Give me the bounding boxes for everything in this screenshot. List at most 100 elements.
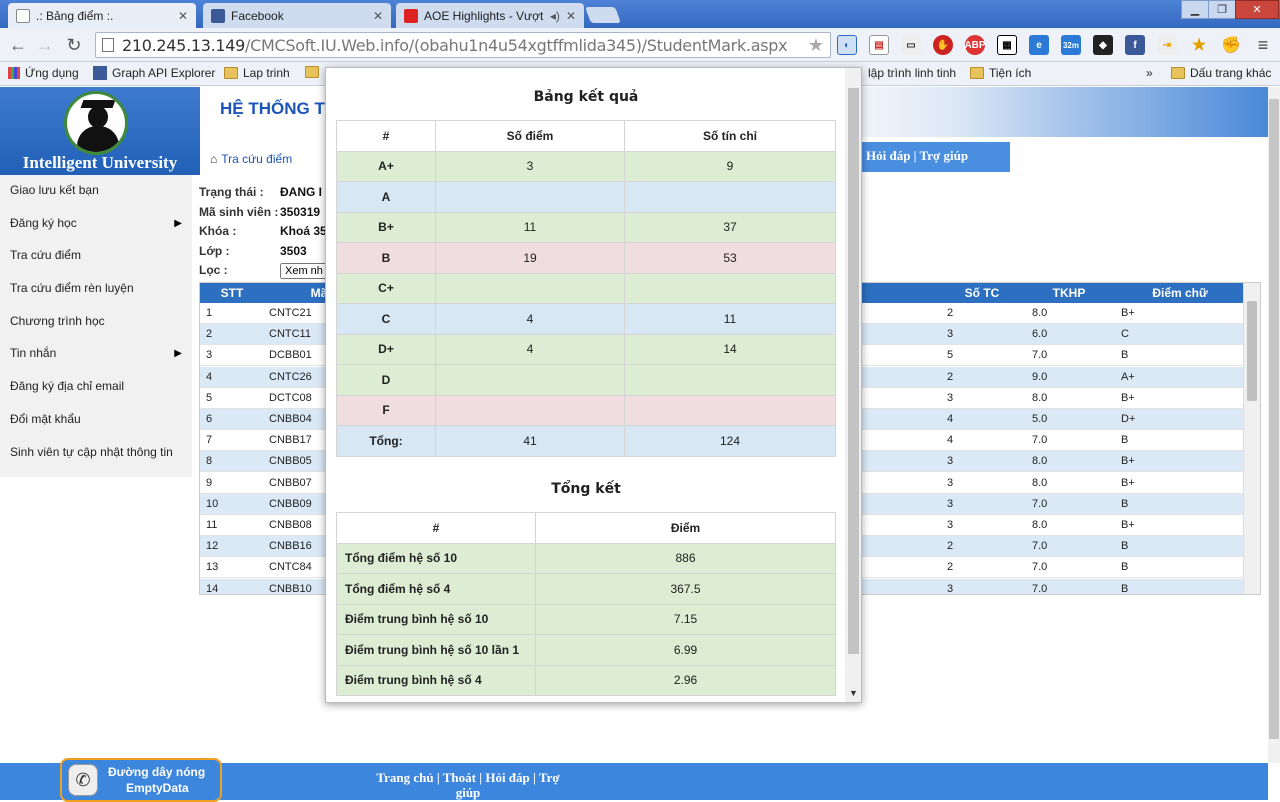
status-value: ĐANG I — [280, 185, 322, 199]
folder-icon — [224, 67, 238, 79]
cell-score: 5.0 — [1032, 413, 1048, 425]
bookmarks-more-button[interactable]: » — [1146, 66, 1153, 80]
col-letter[interactable]: Điểm chữ — [1116, 286, 1244, 300]
sidebar-item-tin-nhan[interactable]: Tin nhắn ▶ — [0, 338, 192, 371]
sidebar-item-cap-nhat[interactable]: Sinh viên tự cập nhật thông tin — [0, 437, 192, 470]
cell-code: CNBB10 — [269, 582, 312, 595]
url-path: /CMCSoft.IU.Web.info/(obahu1n4u54xgtffml… — [245, 35, 788, 55]
qr-code-icon[interactable]: ▦ — [997, 35, 1017, 55]
sidebar-item-tra-cuu-diem[interactable]: Tra cứu điểm — [0, 240, 192, 273]
adblock-icon[interactable]: ABP — [964, 35, 986, 55]
close-icon[interactable]: ✕ — [178, 9, 188, 23]
results-cell-grade: B+ — [336, 211, 436, 243]
bookmark-folder-hidden[interactable] — [305, 66, 324, 78]
extension-diamond-icon[interactable]: ◆ — [1093, 35, 1113, 55]
results-cell-count — [435, 394, 625, 426]
url-host: 210.245.13.149 — [122, 35, 246, 55]
extension-badge-icon[interactable]: 32m — [1061, 35, 1081, 55]
speaker-icon: ◂) — [549, 8, 560, 23]
reload-icon[interactable]: ↻ — [63, 34, 85, 56]
tab-facebook[interactable]: Facebook ✕ — [203, 3, 391, 28]
close-icon[interactable]: ✕ — [566, 9, 576, 23]
scroll-thumb[interactable] — [1247, 301, 1257, 401]
results-cell-grade: D — [336, 364, 436, 396]
extension-cast-icon[interactable]: ▭ — [901, 35, 921, 55]
close-icon[interactable]: ✕ — [373, 9, 383, 23]
facebook-icon[interactable]: f — [1125, 35, 1145, 55]
footer-links[interactable]: Trang chủ | Thoát | Hỏi đáp | Trợ giúp — [373, 770, 563, 800]
tab-bang-diem[interactable]: .: Bảng điểm :. ✕ — [8, 3, 196, 28]
bookmark-apps[interactable]: Ứng dụng — [8, 66, 79, 80]
cell-letter: A+ — [1121, 370, 1135, 383]
sidebar-item-chuong-trinh[interactable]: Chương trình học — [0, 306, 192, 339]
cell-score: 7.0 — [1032, 349, 1048, 362]
bookmark-lap-trinh-linh-tinh[interactable]: lập trình linh tinh — [868, 66, 956, 80]
menu-icon[interactable]: ≡ — [1253, 35, 1273, 55]
youtube-icon — [404, 8, 418, 23]
sidebar-item-email[interactable]: Đăng ký địa chỉ email — [0, 371, 192, 404]
site-logo[interactable]: Intelligent University — [0, 87, 200, 175]
cell-score: 8.0 — [1032, 307, 1048, 319]
cell-letter: C — [1121, 328, 1129, 341]
table-row: B+ 11 37 — [336, 211, 836, 243]
cell-score: 7.0 — [1032, 497, 1048, 510]
bookmark-lap-trinh[interactable]: Lap trinh — [224, 66, 290, 80]
cell-stt: 13 — [206, 561, 219, 574]
modal-scrollbar[interactable]: ▼ — [845, 68, 861, 702]
page-scrollbar[interactable] — [1268, 87, 1280, 763]
sidebar-item-label: Đăng ký học — [10, 215, 77, 230]
sidebar-item-dang-ky-hoc[interactable]: Đăng ký học ▶ — [0, 208, 192, 241]
extension-star-icon[interactable]: ★ — [1189, 35, 1209, 55]
sidebar-item-doi-mat-khau[interactable]: Đổi mật khẩu — [0, 404, 192, 437]
bookmark-other[interactable]: Dấu trang khác — [1171, 66, 1271, 80]
summary-title: Tổng kết — [551, 481, 621, 497]
page-icon — [102, 38, 114, 52]
sidebar-item-label: Chương trình học — [10, 313, 105, 328]
scroll-down-icon[interactable]: ▼ — [849, 688, 858, 698]
student-id-value: 350319 — [280, 204, 321, 219]
extension-toggle-icon[interactable]: ◐ — [837, 35, 857, 55]
bookmark-star-icon[interactable]: ★ — [808, 35, 824, 56]
maximize-button[interactable]: ❐ — [1208, 0, 1236, 19]
results-cell-grade: C+ — [336, 272, 436, 304]
extension-exit-icon[interactable]: ⇥ — [1157, 35, 1177, 55]
back-icon[interactable]: ← — [7, 34, 29, 56]
extension-hand-icon[interactable]: ✊ — [1221, 35, 1241, 55]
col-credits[interactable]: Số TC — [942, 286, 1022, 300]
extension-ie-icon[interactable]: e — [1029, 35, 1049, 55]
results-cell-grade: F — [336, 394, 436, 426]
new-tab-button[interactable] — [585, 7, 621, 23]
bookmark-graph-api[interactable]: Graph API Explorer — [93, 66, 215, 80]
col-score[interactable]: TKHP — [1026, 286, 1112, 300]
forward-icon[interactable]: → — [34, 34, 56, 56]
extension-note-icon[interactable]: ▤ — [869, 35, 889, 55]
sidebar-item-ren-luyen[interactable]: Tra cứu điểm rèn luyện — [0, 273, 192, 306]
bookmark-tien-ich[interactable]: Tiện ích — [970, 66, 1031, 80]
minimize-button[interactable]: ▁ — [1181, 0, 1209, 19]
cell-score: 8.0 — [1032, 519, 1048, 531]
home-icon[interactable]: ⌂ — [210, 152, 217, 166]
cell-stt: 3 — [206, 349, 213, 362]
cell-letter: B — [1121, 582, 1129, 595]
scroll-thumb[interactable] — [848, 88, 859, 654]
url-text: 210.245.13.149/CMCSoft.IU.Web.info/(obah… — [122, 35, 788, 55]
window-close-button[interactable]: ✕ — [1235, 0, 1279, 19]
breadcrumb-current[interactable]: Tra cứu điểm — [221, 152, 292, 166]
results-cell-count: 41 — [435, 425, 625, 457]
extension-block-icon[interactable]: ✋ — [933, 35, 953, 55]
help-links[interactable]: Hỏi đáp | Trợ giúp — [860, 142, 1010, 172]
scroll-thumb[interactable] — [1269, 99, 1279, 739]
summary-cell-value: 886 — [535, 542, 836, 574]
table-row: Tổng điểm hệ số 10 886 — [336, 542, 836, 574]
results-cell-count: 4 — [435, 333, 625, 365]
cell-code: DCBB01 — [269, 349, 312, 362]
grid-scrollbar[interactable] — [1243, 283, 1260, 594]
address-bar[interactable]: 210.245.13.149/CMCSoft.IU.Web.info/(obah… — [95, 32, 831, 58]
tab-youtube[interactable]: AOE Highlights - Vượt ◂) ✕ — [396, 3, 584, 28]
col-stt[interactable]: STT — [206, 286, 258, 300]
filter-label: Lọc : — [199, 263, 228, 277]
summary-header-value: Điểm — [535, 512, 836, 544]
summary-body: Tổng điểm hệ số 10 886 Tổng điểm hệ số 4 36… — [336, 542, 836, 696]
sidebar-item-giao-luu[interactable]: Giao lưu kết bạn — [0, 175, 192, 208]
cell-credits: 2 — [947, 370, 954, 383]
